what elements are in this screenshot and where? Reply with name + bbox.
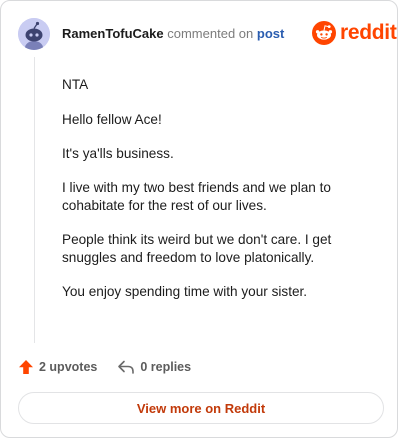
- reply-icon: [118, 360, 135, 374]
- upvote-arrow-icon: [19, 360, 33, 374]
- thread-line: [34, 57, 35, 343]
- replies-button[interactable]: 0 replies: [117, 359, 191, 375]
- comment-paragraph: You enjoy spending time with your sister…: [62, 284, 308, 299]
- comment-paragraph: People think its weird but we don't care…: [62, 232, 332, 265]
- view-more-button[interactable]: View more on Reddit: [18, 392, 384, 424]
- upvote-button[interactable]: 2 upvotes: [18, 359, 97, 375]
- comment-paragraph: Hello fellow Ace!: [62, 112, 162, 127]
- comment-paragraph: I live with my two best friends and we p…: [62, 180, 331, 213]
- reddit-logo-icon: [312, 21, 336, 45]
- replies-count: 0 replies: [140, 360, 192, 374]
- reddit-wordmark: reddit: [340, 21, 397, 44]
- embedded-comment-card: RamenTofuCake commented on post reddit N…: [0, 0, 398, 438]
- comment-paragraph: It's ya'lls business.: [62, 146, 174, 161]
- reddit-brand-link[interactable]: reddit: [312, 21, 397, 45]
- user-avatar[interactable]: [18, 18, 50, 50]
- upvote-count: 2 upvotes: [39, 360, 98, 374]
- comment-body: NTA Hello fellow Ace! It's ya'lls busine…: [62, 76, 382, 317]
- commented-on-label: commented on: [167, 26, 254, 41]
- comment-actions: 2 upvotes 0 replies: [18, 359, 191, 375]
- comment-paragraph: NTA: [62, 77, 89, 92]
- username-link[interactable]: RamenTofuCake: [62, 26, 164, 41]
- comment-header: RamenTofuCake commented on post: [62, 26, 284, 42]
- post-link[interactable]: post: [257, 26, 284, 41]
- snoo-avatar-icon: [18, 18, 50, 50]
